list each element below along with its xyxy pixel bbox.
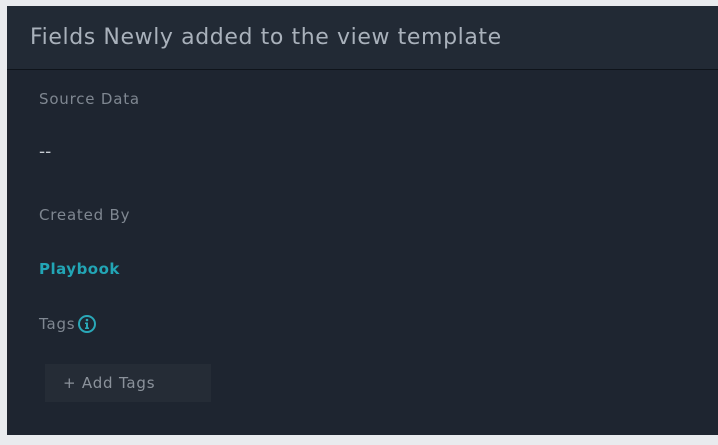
created-by-label: Created By	[39, 206, 131, 224]
tags-label: Tags	[39, 315, 76, 333]
panel-title: Fields Newly added to the view template	[30, 25, 502, 50]
add-tags-button[interactable]: + Add Tags	[45, 364, 211, 402]
tags-row: Tags	[39, 315, 97, 333]
info-icon[interactable]	[78, 315, 97, 333]
created-by-link[interactable]: Playbook	[39, 260, 120, 278]
fields-panel: Fields Newly added to the view template …	[7, 6, 718, 435]
source-data-label: Source Data	[39, 90, 140, 108]
panel-header: Fields Newly added to the view template	[7, 6, 718, 70]
source-data-value: --	[39, 142, 52, 162]
